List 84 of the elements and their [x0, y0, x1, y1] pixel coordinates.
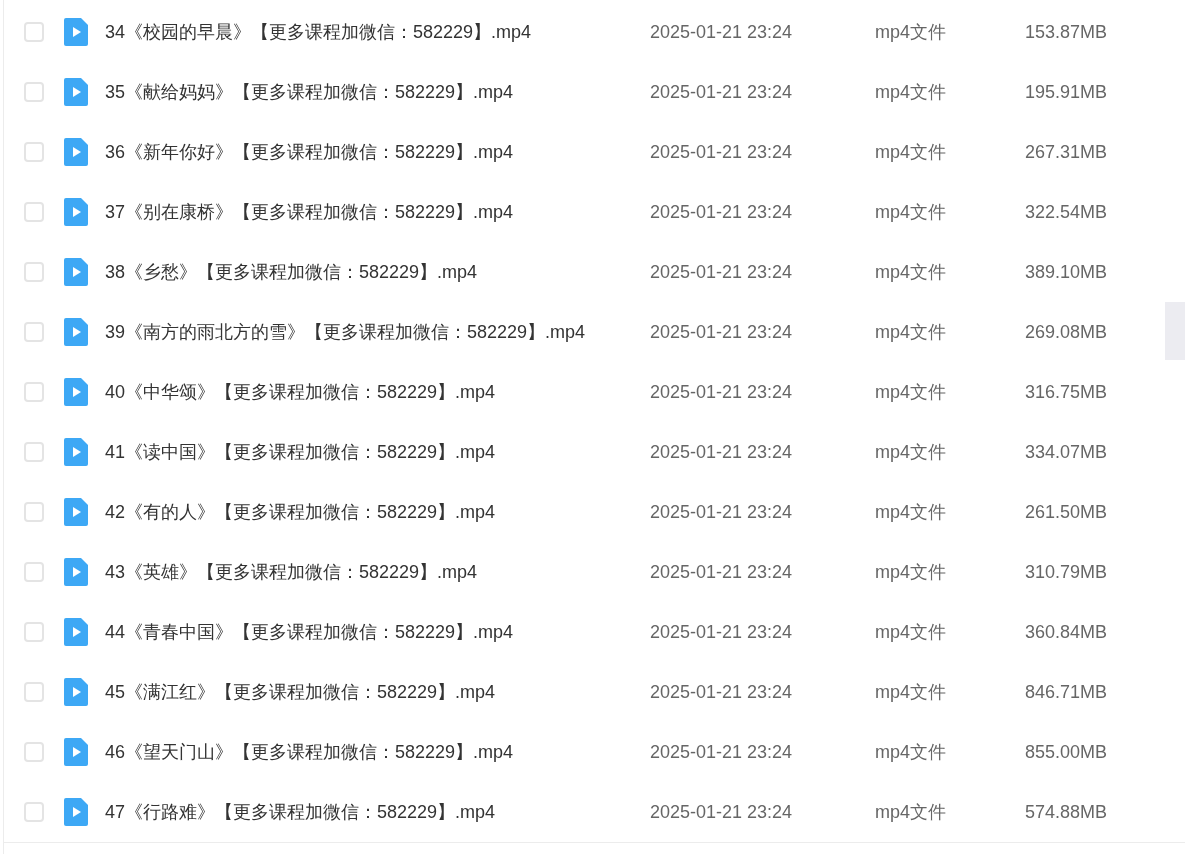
modified-date: 2025-01-21 23:24 — [650, 140, 794, 164]
video-file-icon — [64, 738, 88, 766]
file-type: mp4文件 — [875, 620, 947, 644]
file-type: mp4文件 — [875, 680, 947, 704]
checkbox[interactable] — [24, 202, 44, 222]
modified-date: 2025-01-21 23:24 — [650, 380, 794, 404]
file-type: mp4文件 — [875, 260, 947, 284]
checkbox[interactable] — [24, 742, 44, 762]
file-type: mp4文件 — [875, 200, 947, 224]
file-name[interactable]: 40《中华颂》【更多课程加微信：582229】.mp4 — [105, 378, 650, 406]
video-file-icon — [64, 78, 88, 106]
checkbox[interactable] — [24, 622, 44, 642]
video-file-icon — [64, 798, 88, 826]
checkbox[interactable] — [24, 382, 44, 402]
file-type: mp4文件 — [875, 20, 947, 44]
file-type: mp4文件 — [875, 320, 947, 344]
file-type: mp4文件 — [875, 80, 947, 104]
file-name[interactable]: 44《青春中国》【更多课程加微信：582229】.mp4 — [105, 618, 650, 646]
file-size: 322.54MB — [1025, 200, 1108, 224]
modified-date: 2025-01-21 23:24 — [650, 200, 794, 224]
file-name[interactable]: 47《行路难》【更多课程加微信：582229】.mp4 — [105, 798, 650, 826]
file-name[interactable]: 46《望天门山》【更多课程加微信：582229】.mp4 — [105, 738, 650, 766]
file-size: 574.88MB — [1025, 800, 1108, 824]
video-file-icon — [64, 318, 88, 346]
file-name[interactable]: 34《校园的早晨》【更多课程加微信：582229】.mp4 — [105, 18, 650, 46]
file-name[interactable]: 45《满江红》【更多课程加微信：582229】.mp4 — [105, 678, 650, 706]
video-file-icon — [64, 618, 88, 646]
modified-date: 2025-01-21 23:24 — [650, 260, 794, 284]
checkbox[interactable] — [24, 682, 44, 702]
video-file-icon — [64, 498, 88, 526]
checkbox[interactable] — [24, 502, 44, 522]
modified-date: 2025-01-21 23:24 — [650, 20, 794, 44]
modified-date: 2025-01-21 23:24 — [650, 440, 794, 464]
file-size: 267.31MB — [1025, 140, 1108, 164]
file-name[interactable]: 35《献给妈妈》【更多课程加微信：582229】.mp4 — [105, 78, 650, 106]
file-type: mp4文件 — [875, 560, 947, 584]
file-name[interactable]: 43《英雄》【更多课程加微信：582229】.mp4 — [105, 558, 650, 586]
video-file-icon — [64, 18, 88, 46]
file-name[interactable]: 41《读中国》【更多课程加微信：582229】.mp4 — [105, 438, 650, 466]
file-type: mp4文件 — [875, 800, 947, 824]
modified-date: 2025-01-21 23:24 — [650, 680, 794, 704]
checkbox[interactable] — [24, 562, 44, 582]
video-file-icon — [64, 138, 88, 166]
checkbox[interactable] — [24, 82, 44, 102]
file-name[interactable]: 38《乡愁》【更多课程加微信：582229】.mp4 — [105, 258, 650, 286]
checkbox[interactable] — [24, 262, 44, 282]
file-name[interactable]: 39《南方的雨北方的雪》【更多课程加微信：582229】.mp4 — [105, 318, 650, 346]
file-type: mp4文件 — [875, 500, 947, 524]
file-type: mp4文件 — [875, 380, 947, 404]
checkbox[interactable] — [24, 442, 44, 462]
file-size: 195.91MB — [1025, 80, 1108, 104]
video-file-icon — [64, 378, 88, 406]
checkbox[interactable] — [24, 802, 44, 822]
file-size: 855.00MB — [1025, 740, 1108, 764]
file-name[interactable]: 42《有的人》【更多课程加微信：582229】.mp4 — [105, 498, 650, 526]
file-type: mp4文件 — [875, 140, 947, 164]
checkbox[interactable] — [24, 142, 44, 162]
video-file-icon — [64, 198, 88, 226]
file-size: 360.84MB — [1025, 620, 1108, 644]
modified-date: 2025-01-21 23:24 — [650, 740, 794, 764]
file-size: 310.79MB — [1025, 560, 1108, 584]
file-name[interactable]: 36《新年你好》【更多课程加微信：582229】.mp4 — [105, 138, 650, 166]
file-size: 334.07MB — [1025, 440, 1108, 464]
modified-date: 2025-01-21 23:24 — [650, 500, 794, 524]
video-file-icon — [64, 558, 88, 586]
modified-date: 2025-01-21 23:24 — [650, 320, 794, 344]
modified-date: 2025-01-21 23:24 — [650, 560, 794, 584]
file-size: 153.87MB — [1025, 20, 1108, 44]
video-file-icon — [64, 678, 88, 706]
modified-date: 2025-01-21 23:24 — [650, 80, 794, 104]
video-file-icon — [64, 438, 88, 466]
file-type: mp4文件 — [875, 740, 947, 764]
file-type: mp4文件 — [875, 440, 947, 464]
checkbox[interactable] — [24, 22, 44, 42]
modified-date: 2025-01-21 23:24 — [650, 620, 794, 644]
modified-date: 2025-01-21 23:24 — [650, 800, 794, 824]
file-size: 269.08MB — [1025, 320, 1108, 344]
video-file-icon — [64, 258, 88, 286]
file-size: 389.10MB — [1025, 260, 1108, 284]
checkbox[interactable] — [24, 322, 44, 342]
file-name[interactable]: 37《别在康桥》【更多课程加微信：582229】.mp4 — [105, 198, 650, 226]
file-size: 261.50MB — [1025, 500, 1108, 524]
file-size: 846.71MB — [1025, 680, 1108, 704]
file-size: 316.75MB — [1025, 380, 1108, 404]
